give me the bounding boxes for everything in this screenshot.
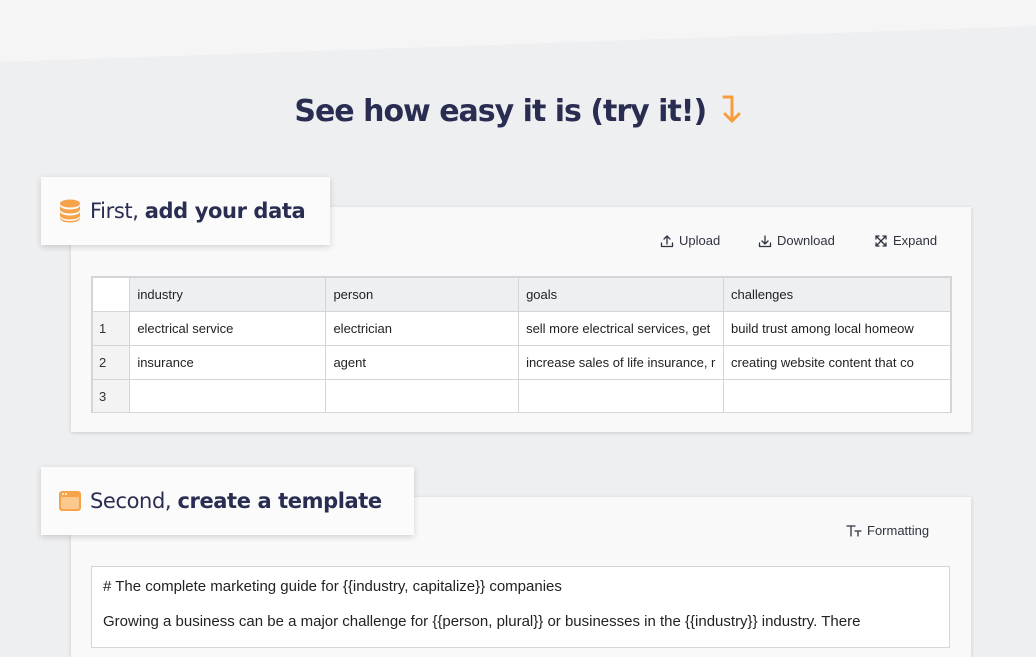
table-cell[interactable]: sell more electrical services, get [518, 311, 724, 346]
expand-button[interactable]: Expand [874, 233, 937, 248]
table-row: 2 insurance agent increase sales of life… [92, 345, 951, 380]
data-section-title-prefix: First, [90, 199, 145, 223]
table-header-row: industry person goals challenges [92, 277, 951, 312]
editor-line: Growing a business can be a major challe… [103, 613, 861, 630]
template-section-title: Second, create a template [90, 489, 382, 513]
top-wave-band [0, 0, 1036, 62]
template-section-tag: Second, create a template [41, 467, 414, 535]
database-icon [60, 199, 80, 223]
upload-button-label: Upload [679, 233, 721, 248]
table-cell[interactable]: build trust among local homeow [722, 311, 951, 346]
formatting-button-label: Formatting [867, 523, 930, 538]
table-cell[interactable]: increase sales of life insurance, r [518, 345, 724, 380]
data-section-title-bold: add your data [144, 199, 306, 223]
data-spreadsheet[interactable]: industry person goals challenges 1 elect… [91, 276, 952, 413]
table-row: 1 electrical service electrician sell mo… [92, 311, 951, 346]
table-cell[interactable] [325, 379, 520, 412]
data-section-tag: First, add your data [41, 177, 330, 245]
row-number[interactable]: 3 [92, 379, 131, 412]
template-section-title-prefix: Second, [90, 489, 178, 513]
table-cell[interactable]: creating website content that co [722, 345, 951, 380]
column-header-industry[interactable]: industry [129, 277, 327, 312]
table-cell[interactable] [518, 379, 724, 412]
data-table: industry person goals challenges 1 elect… [92, 277, 951, 412]
table-cell[interactable] [722, 379, 951, 412]
download-icon [758, 234, 772, 247]
table-cell[interactable] [129, 379, 327, 412]
table-cell[interactable]: electrical service [129, 311, 327, 346]
row-number[interactable]: 1 [92, 311, 131, 346]
corner-cell[interactable] [92, 277, 131, 312]
data-section-title: First, add your data [90, 199, 306, 223]
column-header-challenges[interactable]: challenges [722, 277, 951, 312]
upload-icon [660, 234, 674, 247]
hero-title-text: See how easy it is (try it!) [294, 94, 707, 129]
column-header-person[interactable]: person [325, 277, 520, 312]
text-format-icon [846, 524, 862, 537]
template-section-title-bold: create a template [177, 489, 382, 513]
upload-button[interactable]: Upload [660, 233, 720, 248]
table-cell[interactable]: insurance [129, 345, 327, 380]
column-header-goals[interactable]: goals [518, 277, 724, 312]
formatting-button[interactable]: Formatting [846, 523, 929, 538]
browser-window-icon [59, 491, 81, 511]
expand-button-label: Expand [893, 233, 938, 248]
orange-down-arrow-icon [722, 95, 741, 123]
table-row: 3 [92, 379, 951, 412]
row-number[interactable]: 2 [92, 345, 131, 380]
table-cell[interactable]: agent [325, 345, 520, 380]
template-editor[interactable]: # The complete marketing guide for {{ind… [91, 566, 950, 648]
download-button-label: Download [777, 233, 835, 248]
hero-title: See how easy it is (try it!) [0, 94, 1036, 129]
table-cell[interactable]: electrician [325, 311, 520, 346]
editor-line: # The complete marketing guide for {{ind… [103, 578, 562, 595]
download-button[interactable]: Download [758, 233, 835, 248]
expand-icon [875, 234, 887, 247]
